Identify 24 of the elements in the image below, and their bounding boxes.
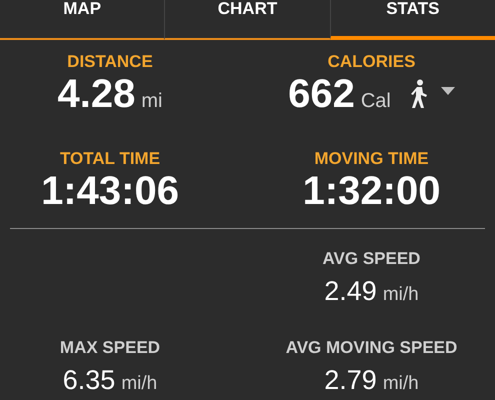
stat-value: 2.79 — [324, 365, 377, 395]
walking-person-icon[interactable] — [408, 79, 427, 109]
dropdown-caret-icon[interactable] — [440, 87, 455, 95]
unit-label: Cal — [360, 89, 391, 114]
tab[interactable]: STATS — [330, 0, 495, 40]
stat-label: AVG SPEED — [322, 249, 420, 269]
stat-label: CALORIES — [328, 52, 416, 72]
stat-value: 662 — [288, 72, 355, 116]
tab[interactable]: CHART — [164, 0, 330, 40]
stat-label: MOVING TIME — [314, 149, 429, 169]
unit-label: mi — [141, 89, 162, 114]
stat-value: 2.49 — [324, 276, 377, 306]
stat-value: 1:43:06 — [41, 169, 179, 213]
unit-label: mi/h — [121, 372, 158, 396]
stat-value: 1:32:00 — [302, 169, 440, 213]
tab[interactable]: MAP — [0, 0, 164, 40]
stat-label: DISTANCE — [67, 52, 153, 72]
unit-label: mi/h — [382, 372, 419, 396]
unit-label: mi/h — [382, 283, 419, 307]
stat-label: MAX SPEED — [60, 338, 160, 358]
stat-label: AVG MOVING SPEED — [286, 338, 458, 358]
stat-value: 6.35 — [62, 365, 116, 395]
stat-label: TOTAL TIME — [60, 149, 160, 169]
stat-value: 4.28 — [58, 72, 136, 116]
